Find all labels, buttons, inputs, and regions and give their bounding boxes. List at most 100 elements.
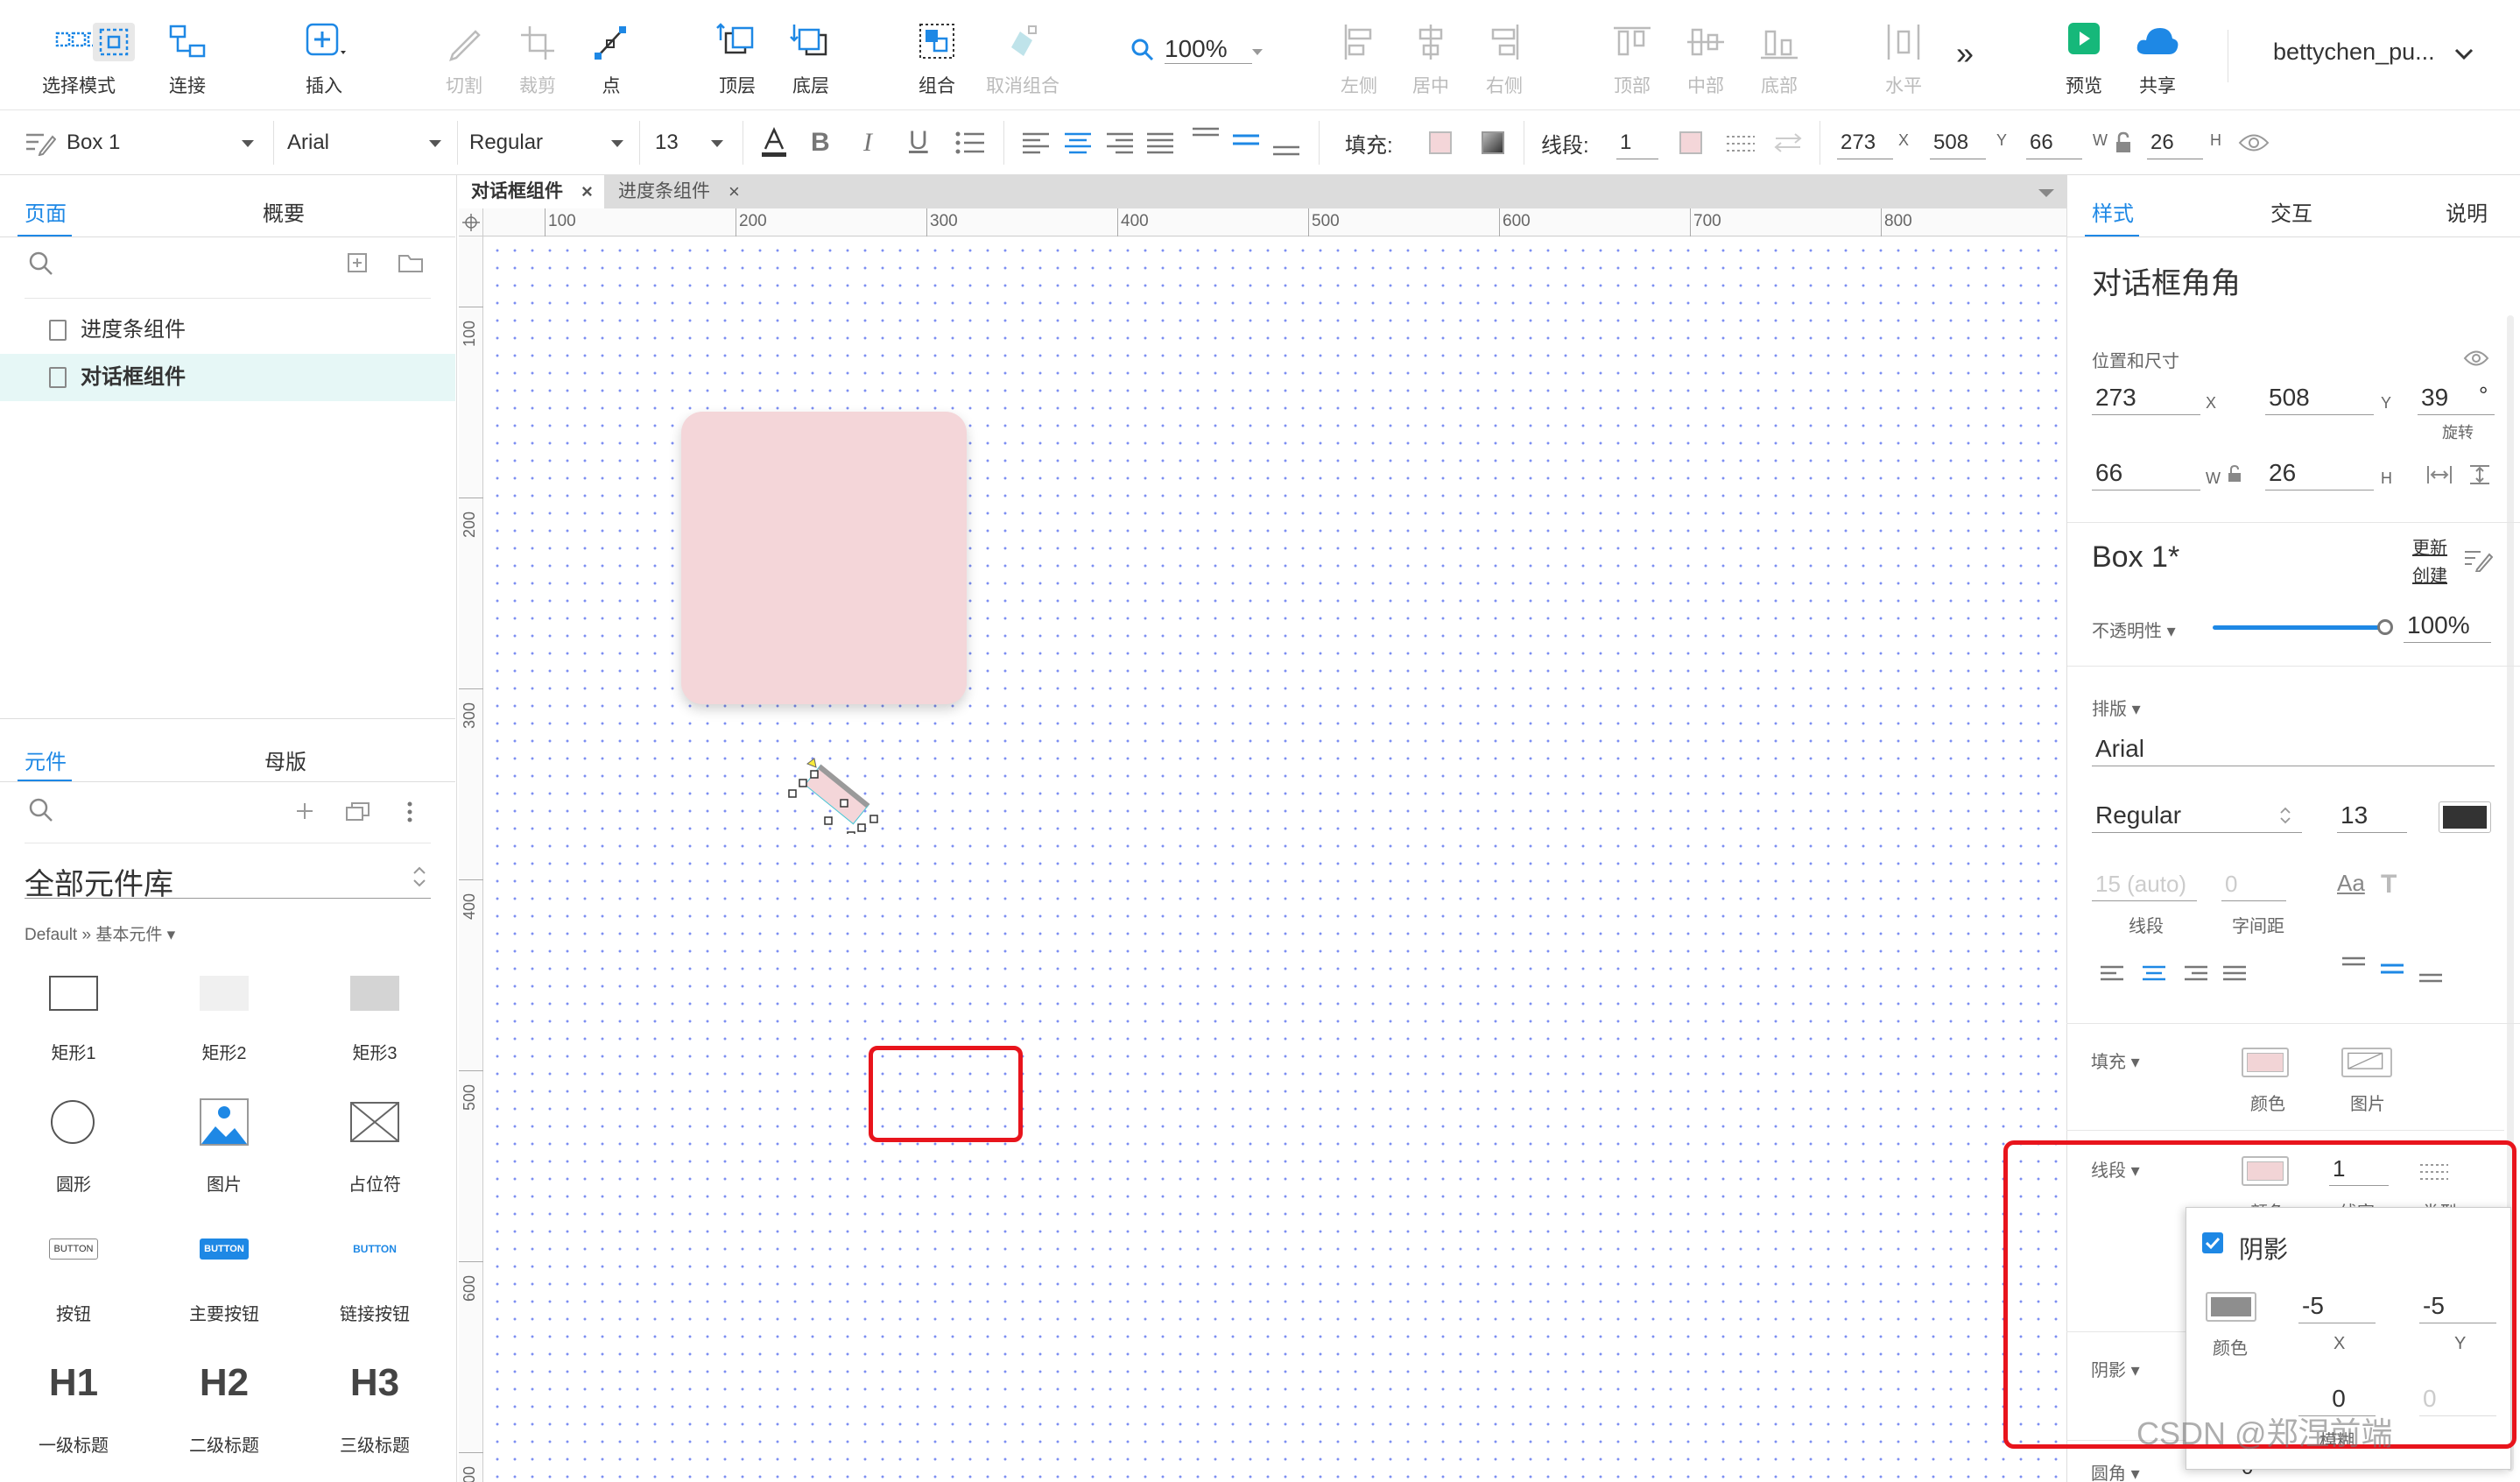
font-size-input[interactable]: 13 xyxy=(2337,798,2407,833)
tab-masters[interactable]: 母版 xyxy=(264,745,306,775)
crop-button[interactable]: 裁剪 xyxy=(503,16,573,100)
font-family-select[interactable]: Arial xyxy=(287,126,448,159)
arrow-style-icon[interactable] xyxy=(1772,131,1804,154)
w-input[interactable]: 66 xyxy=(2092,455,2200,490)
font-color-icon[interactable] xyxy=(758,126,790,159)
visibility-eye-icon[interactable] xyxy=(2238,131,2270,154)
align-text-center-icon[interactable] xyxy=(2141,964,2167,985)
lock-aspect-icon[interactable] xyxy=(2227,464,2242,483)
underline-button[interactable]: U xyxy=(909,126,928,156)
opacity-slider-track[interactable] xyxy=(2213,625,2384,630)
close-icon[interactable]: × xyxy=(729,175,740,208)
distribute-horizontal-button[interactable]: 水平 xyxy=(1869,16,1939,100)
widget-h3[interactable]: H3 三级标题 xyxy=(313,1354,436,1459)
align-right-button[interactable]: 右侧 xyxy=(1469,16,1539,100)
widget-name-select[interactable]: Box 1 xyxy=(67,126,261,159)
valign-bottom-icon[interactable] xyxy=(2418,970,2444,985)
doc-tab[interactable]: 进度条组件 × xyxy=(606,175,751,208)
cut-button[interactable]: 切割 xyxy=(429,16,499,100)
align-text-left-icon[interactable] xyxy=(2099,964,2125,985)
align-text-center-icon[interactable] xyxy=(1063,131,1093,154)
send-to-back-button[interactable]: 底层 xyxy=(776,16,846,100)
widget-search-icon[interactable] xyxy=(28,797,54,823)
font-weight-select[interactable]: Regular xyxy=(469,126,630,159)
stroke-color-swatch[interactable] xyxy=(1679,131,1702,154)
opacity-slider-thumb[interactable] xyxy=(2377,619,2393,635)
align-text-right-icon[interactable] xyxy=(1105,131,1135,154)
x-input[interactable]: 273 xyxy=(2092,380,2200,415)
connect-button[interactable]: 连接 xyxy=(152,16,222,100)
tab-notes[interactable]: 说明 xyxy=(2446,196,2488,227)
zoom-select[interactable]: 100% xyxy=(1130,32,1270,70)
tab-style[interactable]: 样式 xyxy=(2092,196,2134,227)
x-input[interactable]: 273 xyxy=(1837,126,1893,159)
share-button[interactable]: 共享 xyxy=(2122,16,2193,100)
valign-bottom-icon[interactable] xyxy=(1271,142,1301,159)
bullet-list-icon[interactable] xyxy=(954,130,986,156)
widget-image[interactable]: 图片 xyxy=(163,1093,285,1198)
tab-pages[interactable]: 页面 xyxy=(25,196,67,227)
doc-tab-active[interactable]: 对话框组件 × xyxy=(459,175,604,208)
valign-middle-icon[interactable] xyxy=(2379,963,2405,978)
add-page-icon[interactable] xyxy=(347,252,368,273)
tab-outline[interactable]: 概要 xyxy=(263,196,305,227)
widget-title[interactable]: 对话框角角 xyxy=(2092,259,2241,302)
align-text-justify-icon[interactable] xyxy=(1145,131,1175,154)
add-library-icon[interactable] xyxy=(294,801,315,822)
valign-top-icon[interactable] xyxy=(2341,956,2367,971)
fill-label[interactable]: 填充 ▾ xyxy=(2091,1048,2140,1073)
lock-aspect-icon[interactable] xyxy=(2114,131,2133,154)
selection-handles[interactable] xyxy=(781,746,904,834)
opacity-label[interactable]: 不透明性 ▾ xyxy=(2092,617,2176,642)
shadow-color-swatch[interactable] xyxy=(1482,131,1504,154)
opacity-input[interactable]: 100% xyxy=(2404,608,2491,643)
widget-placeholder[interactable]: 占位符 xyxy=(313,1093,436,1198)
widget-rectangle2[interactable]: 矩形2 xyxy=(163,962,285,1067)
align-text-justify-icon[interactable] xyxy=(2221,964,2248,985)
widget-rectangle3[interactable]: 矩形3 xyxy=(313,962,436,1067)
dialog-box-shape[interactable] xyxy=(681,412,967,704)
insert-button[interactable]: 插入 xyxy=(289,16,359,100)
fit-height-icon[interactable] xyxy=(2467,464,2493,485)
stroke-pattern-icon[interactable] xyxy=(1725,131,1756,154)
page-item-selected[interactable]: 对话框组件 xyxy=(0,354,455,401)
align-bottom-button[interactable]: 底部 xyxy=(1744,16,1814,100)
font-family-select[interactable]: Arial xyxy=(2092,731,2495,766)
fit-width-icon[interactable] xyxy=(2426,464,2453,485)
letter-spacing-input[interactable]: 0 xyxy=(2221,866,2286,901)
align-middle-button[interactable]: 中部 xyxy=(1671,16,1741,100)
font-color-swatch[interactable] xyxy=(2439,801,2491,833)
align-text-left-icon[interactable] xyxy=(1021,131,1051,154)
font-size-select[interactable]: 13 xyxy=(655,126,730,159)
align-left-button[interactable]: 左侧 xyxy=(1324,16,1394,100)
typography-label[interactable]: 排版 ▾ xyxy=(2092,695,2141,720)
update-style-link[interactable]: 更新 xyxy=(2412,533,2447,559)
align-center-button[interactable]: 居中 xyxy=(1396,16,1466,100)
library-copy-icon[interactable] xyxy=(345,801,371,822)
page-item[interactable]: 进度条组件 xyxy=(0,307,455,354)
widget-h2[interactable]: H2 二级标题 xyxy=(163,1354,285,1459)
create-style-link[interactable]: 创建 xyxy=(2412,561,2447,587)
library-select[interactable]: 全部元件库 xyxy=(25,855,431,901)
close-icon[interactable]: × xyxy=(581,175,593,208)
bold-button[interactable]: B xyxy=(811,128,830,158)
ungroup-button[interactable]: 取消组合 xyxy=(979,16,1066,100)
design-canvas[interactable] xyxy=(483,236,2066,1482)
tab-widgets[interactable]: 元件 xyxy=(25,745,67,775)
widget-circle[interactable]: 圆形 xyxy=(12,1093,135,1198)
y-input[interactable]: 508 xyxy=(1930,126,1986,159)
visibility-eye-icon[interactable] xyxy=(2463,349,2489,368)
line-height-input[interactable]: 15 (auto) xyxy=(2092,866,2197,901)
h-input[interactable]: 26 xyxy=(2147,126,2203,159)
w-input[interactable]: 66 xyxy=(2026,126,2082,159)
y-input[interactable]: 508 xyxy=(2265,380,2374,415)
align-top-button[interactable]: 顶部 xyxy=(1597,16,1667,100)
more-options-icon[interactable] xyxy=(405,801,415,823)
italic-button[interactable]: I xyxy=(863,128,872,158)
select-contained-button[interactable] xyxy=(88,16,140,68)
group-button[interactable]: 组合 xyxy=(902,16,972,100)
more-tools-button[interactable]: » xyxy=(1956,35,1974,72)
add-folder-icon[interactable] xyxy=(398,252,424,273)
widget-link-button[interactable]: BUTTON 链接按钮 xyxy=(313,1223,436,1328)
text-case-icon[interactable]: Aa xyxy=(2337,870,2365,897)
